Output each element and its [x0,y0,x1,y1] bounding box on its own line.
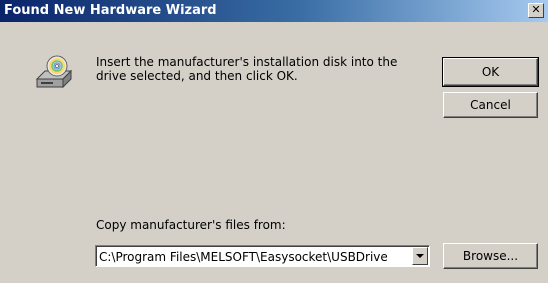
instruction-text: Insert the manufacturer's installation d… [96,55,398,83]
title-bar[interactable]: Found New Hardware Wizard ✕ [0,0,548,22]
dropdown-button[interactable] [412,247,428,265]
browse-button[interactable]: Browse... [443,243,538,269]
disk-drive-icon [35,55,73,89]
close-button[interactable]: ✕ [528,3,544,18]
cancel-button[interactable]: Cancel [443,92,538,118]
close-icon: ✕ [531,3,541,16]
copy-files-path-value[interactable]: C:\Program Files\MELSOFT\Easysocket\USBD… [99,249,409,265]
copy-files-path-combobox[interactable]: C:\Program Files\MELSOFT\Easysocket\USBD… [95,245,430,267]
found-new-hardware-dialog: Found New Hardware Wizard ✕ Insert the m… [0,0,548,283]
window-title: Found New Hardware Wizard [4,3,217,18]
chevron-down-icon [416,254,424,258]
copy-files-label: Copy manufacturer's files from: [96,218,286,232]
ok-button[interactable]: OK [442,57,539,87]
